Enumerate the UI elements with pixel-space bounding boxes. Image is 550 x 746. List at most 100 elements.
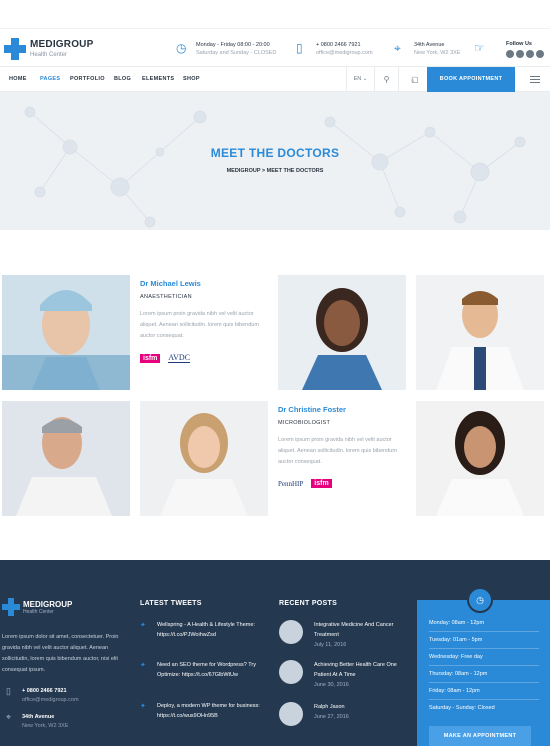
working-hours-panel: ◷ Monday: 08am - 12pm Tuesday: 01am - 5p… [417, 587, 550, 746]
tweets-heading: LATEST TWEETS [140, 600, 202, 607]
tweet-item: ✦ Need an SEO theme for Wordpress? Try Op… [140, 660, 270, 680]
avdc-logo: AVDC [168, 353, 191, 363]
twitter-icon: ✦ [140, 622, 146, 629]
main-nav: HOME PAGES PORTFOLIO BLOG ELEMENTS SHOP … [0, 66, 550, 92]
doctor-photo[interactable] [416, 275, 544, 390]
site-header: MEDIGROUP Health Center ◷ Monday - Frida… [0, 28, 550, 66]
isfm-logo: isfm [311, 479, 332, 488]
tweet-text[interactable]: Deploy, a modern WP theme for business: … [157, 701, 270, 721]
tweet-item: ✦ Wellspring - A Health & Lifestyle Theme… [140, 620, 270, 640]
footer-brand: MEDIGROUP [23, 599, 73, 609]
post-thumbnail[interactable] [279, 702, 303, 726]
chevron-down-icon: ⌄ [362, 76, 368, 82]
post-title[interactable]: Integrative Medicine And Cancer Treatmen… [314, 620, 409, 640]
facebook-icon[interactable] [516, 50, 524, 58]
footer-logo[interactable]: MEDIGROUP Health Center [2, 598, 72, 616]
breadcrumb[interactable]: MEDIGROUP > MEET THE DOCTORS [0, 168, 550, 174]
cart-count: 0 [411, 78, 414, 83]
hours-row: Monday: 08am - 12pm [429, 620, 539, 632]
location-pin-icon: ⌖ [6, 712, 12, 722]
posts-heading: RECENT POSTS [279, 600, 338, 607]
isfm-logo: isfm [140, 353, 161, 363]
post-title[interactable]: Ralph Jason [314, 702, 409, 712]
nav-home[interactable]: HOME [9, 76, 27, 82]
menu-icon[interactable] [530, 76, 540, 85]
book-appointment-button[interactable]: BOOK APPOINTMENT [427, 67, 515, 92]
hand-icon-wrap: ☞ [474, 41, 494, 55]
logo[interactable]: MEDIGROUP Health Center [4, 38, 93, 60]
recent-post[interactable]: Achieving Better Health Care One Patient… [279, 660, 409, 690]
doctor-description: Lorem ipsum proin gravida nibh vel velit… [278, 437, 397, 465]
doctor-role: MICROBIOLOGIST [278, 420, 331, 426]
post-date: June 30, 2016 [314, 682, 349, 688]
molecule-background [24, 106, 526, 228]
footer-phone[interactable]: + 0800 2466 7921 [22, 688, 67, 694]
footer-phone-block: ▯ + 0800 2466 7921 office@medigroup.com [6, 687, 79, 705]
top-spacer [0, 0, 550, 28]
hours-row: Tuesday: 01am - 5pm [429, 637, 539, 649]
twitter-icon[interactable] [506, 50, 514, 58]
post-thumbnail[interactable] [279, 620, 303, 644]
medical-cross-icon [2, 598, 20, 616]
recent-post[interactable]: Ralph Jason June 27, 2016 [279, 702, 409, 726]
site-footer: MEDIGROUP Health Center Lorem ipsum dolo… [0, 560, 550, 746]
doctor-photo[interactable] [140, 401, 268, 516]
header-email[interactable]: office@medigroup.com [316, 49, 373, 57]
recent-post[interactable]: Integrative Medicine And Cancer Treatmen… [279, 620, 409, 650]
tweet-text[interactable]: Need an SEO theme for Wordpress? Try Opt… [157, 660, 270, 680]
address-line-2: New York, W2 3XE [414, 50, 461, 56]
post-title[interactable]: Achieving Better Health Care One Patient… [314, 660, 409, 680]
twitter-icon: ✦ [140, 662, 146, 669]
page-title-banner: MEET THE DOCTORS MEDIGROUP > MEET THE DO… [0, 92, 550, 230]
phone-icon: ▯ [296, 41, 303, 55]
hours-row: Wednesday: Free day [429, 654, 539, 666]
address-line-1: 34th Avenue [414, 42, 445, 48]
cart-icon[interactable]: ▢0 [398, 67, 426, 92]
doctor-card: Dr Michael Lewis ANAESTHETICIAN Lorem ip… [140, 275, 268, 390]
post-thumbnail[interactable] [279, 660, 303, 684]
doctor-name[interactable]: Dr Michael Lewis [140, 279, 268, 288]
doctor-description: Lorem ipsum proin gravida nibh vel velit… [140, 311, 259, 339]
nav-elements[interactable]: ELEMENTS [142, 76, 174, 82]
language-selector[interactable]: EN ⌄ [346, 67, 374, 92]
doctor-photo[interactable] [2, 401, 130, 516]
post-date: June 27, 2016 [314, 714, 349, 720]
twitter-icon: ✦ [140, 703, 146, 710]
post-date: July 11, 2016 [314, 642, 347, 648]
nav-shop[interactable]: SHOP [183, 76, 200, 82]
make-appointment-button[interactable]: MAKE AN APPOINTMENT [429, 726, 531, 746]
nav-pages[interactable]: PAGES [40, 76, 60, 82]
footer-address-1: 34th Avenue [22, 714, 55, 720]
follow-label: Follow Us [506, 41, 532, 47]
tweet-text[interactable]: Wellspring - A Health & Lifestyle Theme:… [157, 620, 270, 640]
clock-icon: ◷ [176, 41, 187, 55]
vimeo-icon[interactable] [536, 50, 544, 58]
header-address: ⌖ 34th Avenue New York, W2 3XE [394, 41, 460, 57]
hand-icon: ☞ [474, 41, 485, 55]
hours-row: Thursday: 08am - 12pm [429, 671, 539, 683]
brand-name: MEDIGROUP [30, 39, 94, 50]
nav-portfolio[interactable]: PORTFOLIO [70, 76, 105, 82]
doctor-role: ANAESTHETICIAN [140, 294, 192, 300]
nav-blog[interactable]: BLOG [114, 76, 131, 82]
lang-label: EN [353, 76, 362, 82]
footer-about: Lorem ipsum dolor sit amet, consectetuer… [2, 634, 119, 673]
brand-tagline: Health Center [30, 52, 68, 58]
pennhip-logo: PennHIP [278, 479, 304, 488]
header-contact: ▯ + 0800 2466 7921 office@medigroup.com [296, 41, 373, 57]
doctor-card: Dr Christine Foster MICROBIOLOGIST Lorem… [278, 401, 406, 516]
footer-address-block: ⌖ 34th Avenue New York, W2 3XE [6, 713, 68, 731]
dribbble-icon[interactable] [526, 50, 534, 58]
medical-cross-icon [4, 38, 26, 60]
doctor-photo[interactable] [416, 401, 544, 516]
hours-row: Friday: 08am - 12pm [429, 688, 539, 700]
doctor-name[interactable]: Dr Christine Foster [278, 405, 406, 414]
search-icon[interactable]: ⚲ [374, 67, 398, 92]
page-title: MEET THE DOCTORS [210, 146, 340, 160]
doctor-photo[interactable] [278, 275, 406, 390]
follow-us: Follow Us [506, 41, 544, 58]
footer-email[interactable]: office@medigroup.com [22, 697, 79, 703]
header-phone[interactable]: + 0800 2466 7921 [316, 41, 373, 49]
doctor-photo[interactable] [2, 275, 130, 390]
hours-row: Saturday - Sunday: Closed [429, 705, 495, 711]
